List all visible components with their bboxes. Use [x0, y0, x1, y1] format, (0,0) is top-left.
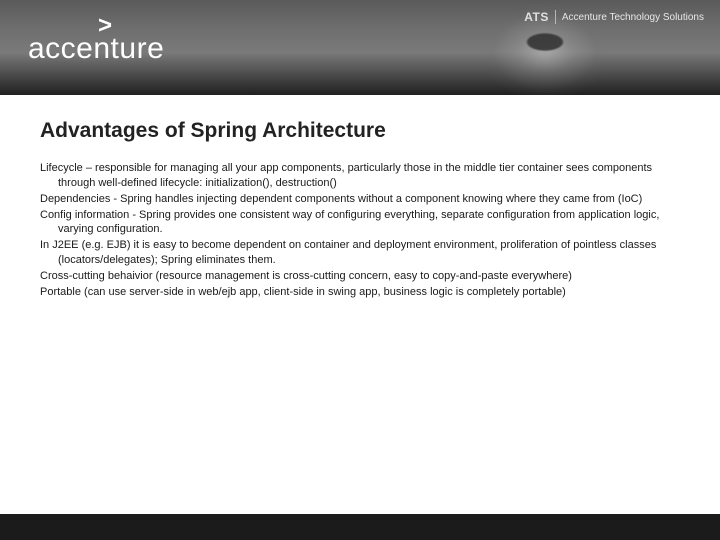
paragraph: Lifecycle – responsible for managing all… — [40, 161, 680, 191]
ats-label: ATS Accenture Technology Solutions — [524, 10, 704, 24]
paragraph: Cross-cutting behaivior (resource manage… — [40, 269, 680, 284]
paragraph: Dependencies - Spring handles injecting … — [40, 192, 680, 207]
slide: > accenture ATS Accenture Technology Sol… — [0, 0, 720, 540]
logo-text: accenture — [28, 32, 164, 66]
paragraph: Config information - Spring provides one… — [40, 208, 680, 238]
body-text: Lifecycle – responsible for managing all… — [40, 161, 680, 300]
ats-badge: ATS — [524, 10, 556, 24]
footer-bar — [0, 514, 720, 540]
content-area: Advantages of Spring Architecture Lifecy… — [0, 95, 720, 300]
page-title: Advantages of Spring Architecture — [40, 119, 680, 143]
header-banner: > accenture ATS Accenture Technology Sol… — [0, 0, 720, 95]
ats-text: Accenture Technology Solutions — [562, 12, 704, 23]
accenture-logo: > accenture — [28, 18, 164, 66]
logo-caret-icon: > — [98, 12, 112, 40]
paragraph: In J2EE (e.g. EJB) it is easy to become … — [40, 238, 680, 268]
paragraph: Portable (can use server-side in web/ejb… — [40, 285, 680, 300]
